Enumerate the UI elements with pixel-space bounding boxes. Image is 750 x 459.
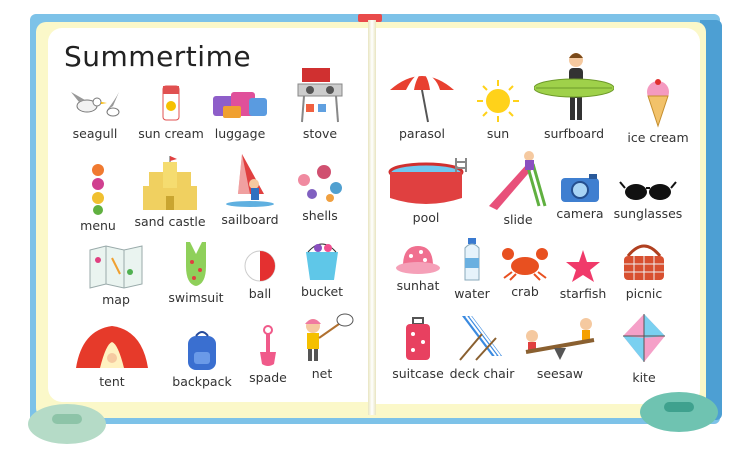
item-label: bucket [300,284,344,299]
item-label: luggage [214,126,266,141]
kite-icon [623,314,665,362]
item-label: map [102,292,130,307]
item-label: pool [412,210,440,225]
sun-icon [477,80,519,122]
item-label: net [311,366,333,381]
item-label: sunglasses [613,206,683,221]
seesaw-icon [525,318,595,360]
item-label: seagull [72,126,118,141]
spade-icon [260,325,276,366]
item-surfboard: surfboard [534,50,614,141]
menu-icon [92,164,104,215]
item-label: sun cream [138,126,204,141]
ice-cream-icon [647,79,669,128]
backpack-icon [188,331,216,370]
item-sun-cream: sun cream [131,82,211,141]
water-bottle-icon [464,238,480,281]
book-stand-right [640,392,718,432]
book-stand-left [28,404,106,444]
deck-chair-icon [459,315,502,361]
book-spine [368,20,376,415]
item-label: deck chair [449,366,515,381]
item-sun: sun [458,78,538,141]
item-sailboard: sailboard [210,150,290,227]
stove-icon [297,68,343,123]
surfboard-icon [534,53,614,120]
map-icon [89,245,143,289]
item-net: net [282,312,362,381]
bucket-icon [306,243,338,280]
item-label: surfboard [543,126,605,141]
item-label: seesaw [536,366,584,381]
page-title: Summertime [64,40,252,73]
item-map: map [76,244,156,307]
item-label: parasol [398,126,446,141]
item-label: sun [486,126,510,141]
sand-castle-icon [143,156,197,210]
camera-icon [561,174,599,202]
starfish-icon [566,250,600,282]
seagull-icon [71,92,120,117]
item-tent: tent [72,320,152,389]
shells-icon [298,165,342,202]
item-pool: pool [386,158,467,225]
item-stove: stove [280,64,360,141]
item-seagull: seagull [55,82,135,141]
item-picnic: picnic [604,240,684,301]
ball-icon [244,250,276,282]
item-label: picnic [625,286,663,301]
item-luggage: luggage [200,82,280,141]
net-icon [305,313,354,361]
swimsuit-icon [186,242,206,286]
item-ice-cream: ice cream [618,78,698,145]
item-label: tent [99,374,125,389]
item-label: shells [302,208,338,223]
item-label: stove [302,126,338,141]
item-menu: menu [58,160,138,233]
parasol-icon [390,72,454,123]
item-deck-chair: deck chair [442,312,522,381]
sailboard-icon [226,154,274,207]
pool-icon [388,158,467,204]
item-sand-castle: sand castle [130,156,210,229]
item-label: ice cream [627,130,689,145]
item-kite: kite [604,312,684,385]
luggage-icon [213,92,267,118]
item-label: sand castle [134,214,206,229]
item-seesaw: seesaw [520,314,600,381]
item-label: sailboard [221,212,279,227]
item-label: kite [632,370,656,385]
item-label: menu [80,218,116,233]
sunglasses-icon [619,181,677,200]
tent-icon [76,326,148,368]
item-sunglasses: sunglasses [608,176,688,221]
suitcase-icon [406,317,430,360]
item-parasol: parasol [382,68,462,141]
item-bucket: bucket [282,240,362,299]
picnic-basket-icon [624,244,664,280]
item-shells: shells [280,160,360,223]
sun-cream-icon [162,85,180,121]
